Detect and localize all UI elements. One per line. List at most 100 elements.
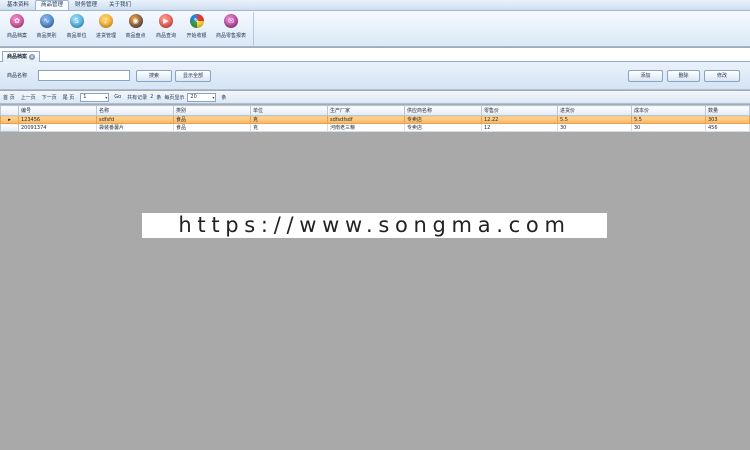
tab-product-file-label: 商品档案	[7, 53, 28, 60]
menu-tab-basic[interactable]: 基本资料	[1, 0, 35, 10]
query-icon: ▶	[159, 14, 173, 28]
toolbar: ✿ 商品档案 ∿ 商品类别 S 商品单位 ♪ 进货管理 ◉ 商品盘点 ▶ 商品查…	[0, 11, 750, 47]
unit-label: 商品单位	[66, 33, 87, 39]
query-label: 商品查询	[155, 33, 176, 39]
row-selector[interactable]	[0, 123, 19, 132]
toolbar-group: ✿ 商品档案 ∿ 商品类别 S 商品单位 ♪ 进货管理 ◉ 商品盘点 ▶ 商品查…	[3, 12, 254, 46]
product-table: 编号 名称 类别 单位 生产厂家 供应商名称 零售价 进货价 成本价 数量 ▸ …	[0, 105, 750, 132]
cashier-icon: ✎	[189, 14, 204, 28]
inventory-label: 商品盘点	[125, 33, 146, 39]
page-select[interactable]: 1 ▾	[80, 92, 110, 102]
show-all-button[interactable]: 显示全部	[175, 70, 211, 82]
total-records-value: 2	[150, 94, 154, 100]
column-header[interactable]: 名称	[96, 105, 174, 116]
unit-icon: S	[69, 14, 84, 28]
per-page-unit: 条	[221, 94, 227, 101]
table-cell[interactable]: 30	[631, 123, 706, 132]
column-header[interactable]: 类别	[173, 105, 251, 116]
column-header[interactable]: 生产厂家	[327, 105, 405, 116]
product-file-label: 商品档案	[6, 33, 27, 39]
menu-tab-about[interactable]: 关于我们	[103, 0, 137, 10]
table-cell[interactable]: 123456	[18, 115, 97, 124]
table-cell[interactable]: 专卖店	[404, 123, 482, 132]
cashier-button[interactable]: ✎ 开始收银	[182, 12, 211, 46]
total-records-unit: 条	[156, 94, 162, 101]
table-cell[interactable]: sdfsdfsdf	[327, 115, 405, 124]
grid-empty-area	[0, 136, 750, 450]
table-cell[interactable]: 河南老三粮	[327, 123, 405, 132]
per-page-value: 20	[190, 94, 197, 100]
table-cell[interactable]: 456	[705, 123, 750, 132]
product-grid: 编号 名称 类别 单位 生产厂家 供应商名称 零售价 进货价 成本价 数量 ▸ …	[0, 105, 750, 132]
column-header[interactable]: 成本价	[631, 105, 706, 116]
product-name-label: 商品名称	[7, 73, 28, 79]
column-header[interactable]: 零售价	[481, 105, 558, 116]
product-name-input[interactable]	[38, 70, 130, 81]
document-tab-strip: 商品档案 ×	[0, 48, 750, 62]
category-icon: ∿	[39, 14, 54, 28]
query-button[interactable]: ▶ 商品查询	[151, 12, 181, 46]
retail-report-label: 商品零售报表	[215, 33, 246, 39]
table-row[interactable]: ▸ 123456 sdfsfd 食品 克 sdfsdfsdf 专卖店 12.22…	[0, 115, 750, 124]
inventory-icon: ◉	[128, 14, 143, 28]
search-panel: 商品名称 搜索 显示全部 添加 删除 修改	[0, 62, 750, 90]
retail-report-button[interactable]: ✉ 商品零售报表	[212, 12, 250, 46]
product-file-button[interactable]: ✿ 商品档案	[3, 12, 31, 46]
add-button[interactable]: 添加	[628, 70, 663, 82]
table-cell[interactable]: 12	[481, 123, 558, 132]
product-file-icon: ✿	[10, 14, 24, 28]
prev-page-link[interactable]: 上一页	[21, 94, 36, 101]
next-page-link[interactable]: 下一页	[42, 94, 57, 101]
table-cell[interactable]: 克	[250, 115, 328, 124]
purchase-button[interactable]: ♪ 进货管理	[92, 12, 120, 46]
menu-tab-finance[interactable]: 财务管理	[69, 0, 103, 10]
last-page-link[interactable]: 尾 页	[63, 94, 75, 101]
table-cell[interactable]: 食品	[173, 115, 251, 124]
category-button[interactable]: ∿ 商品类别	[32, 12, 61, 46]
menu-tab-product[interactable]: 商品管理	[35, 0, 70, 10]
column-header[interactable]: 编号	[18, 105, 97, 116]
unit-button[interactable]: S 商品单位	[62, 12, 91, 46]
chevron-down-icon: ▾	[105, 94, 108, 100]
table-cell[interactable]: 克	[250, 123, 328, 132]
table-row[interactable]: 20091374 袋装番薯片 食品 克 河南老三粮 专卖店 12 30 30 4…	[0, 123, 750, 132]
table-header-row: 编号 名称 类别 单位 生产厂家 供应商名称 零售价 进货价 成本价 数量	[0, 105, 750, 116]
table-cell[interactable]: 30	[557, 123, 632, 132]
table-cell[interactable]: 袋装番薯片	[96, 123, 174, 132]
table-cell[interactable]: 5.5	[557, 115, 632, 124]
first-page-link[interactable]: 首 页	[3, 94, 15, 101]
inventory-button[interactable]: ◉ 商品盘点	[121, 12, 150, 46]
purchase-icon: ♪	[99, 14, 113, 28]
go-button[interactable]: Go	[114, 94, 121, 100]
per-page-select[interactable]: 20 ▾	[187, 92, 217, 102]
table-cell[interactable]: 5.5	[631, 115, 706, 124]
table-cell[interactable]: sdfsfd	[96, 115, 174, 124]
category-label: 商品类别	[36, 33, 57, 39]
tab-product-file[interactable]: 商品档案 ×	[2, 51, 41, 62]
column-header[interactable]: 供应商名称	[404, 105, 482, 116]
search-button[interactable]: 搜索	[136, 70, 172, 82]
close-icon[interactable]: ×	[29, 54, 36, 60]
row-header-corner	[0, 105, 19, 116]
watermark: https://www.songma.com	[142, 213, 607, 238]
table-cell[interactable]: 20091374	[18, 123, 97, 132]
retail-report-icon: ✉	[224, 14, 238, 28]
per-page-label: 每页显示	[164, 94, 185, 101]
table-cell[interactable]: 食品	[173, 123, 251, 132]
table-cell[interactable]: 303	[705, 115, 750, 124]
total-records-label: 共有记录	[127, 94, 148, 101]
column-header[interactable]: 单位	[250, 105, 328, 116]
page-select-value: 1	[83, 94, 87, 100]
cashier-label: 开始收银	[186, 33, 207, 39]
chevron-down-icon: ▾	[212, 94, 215, 100]
column-header[interactable]: 数量	[705, 105, 750, 116]
edit-button[interactable]: 修改	[704, 70, 740, 82]
row-pointer-icon: ▸	[8, 116, 11, 123]
table-cell[interactable]: 12.22	[481, 115, 558, 124]
delete-button[interactable]: 删除	[667, 70, 700, 82]
menu-bar: 基本资料 商品管理 财务管理 关于我们	[0, 0, 750, 11]
purchase-label: 进货管理	[95, 33, 116, 39]
row-selector[interactable]: ▸	[0, 115, 19, 124]
column-header[interactable]: 进货价	[557, 105, 632, 116]
table-cell[interactable]: 专卖店	[404, 115, 482, 124]
